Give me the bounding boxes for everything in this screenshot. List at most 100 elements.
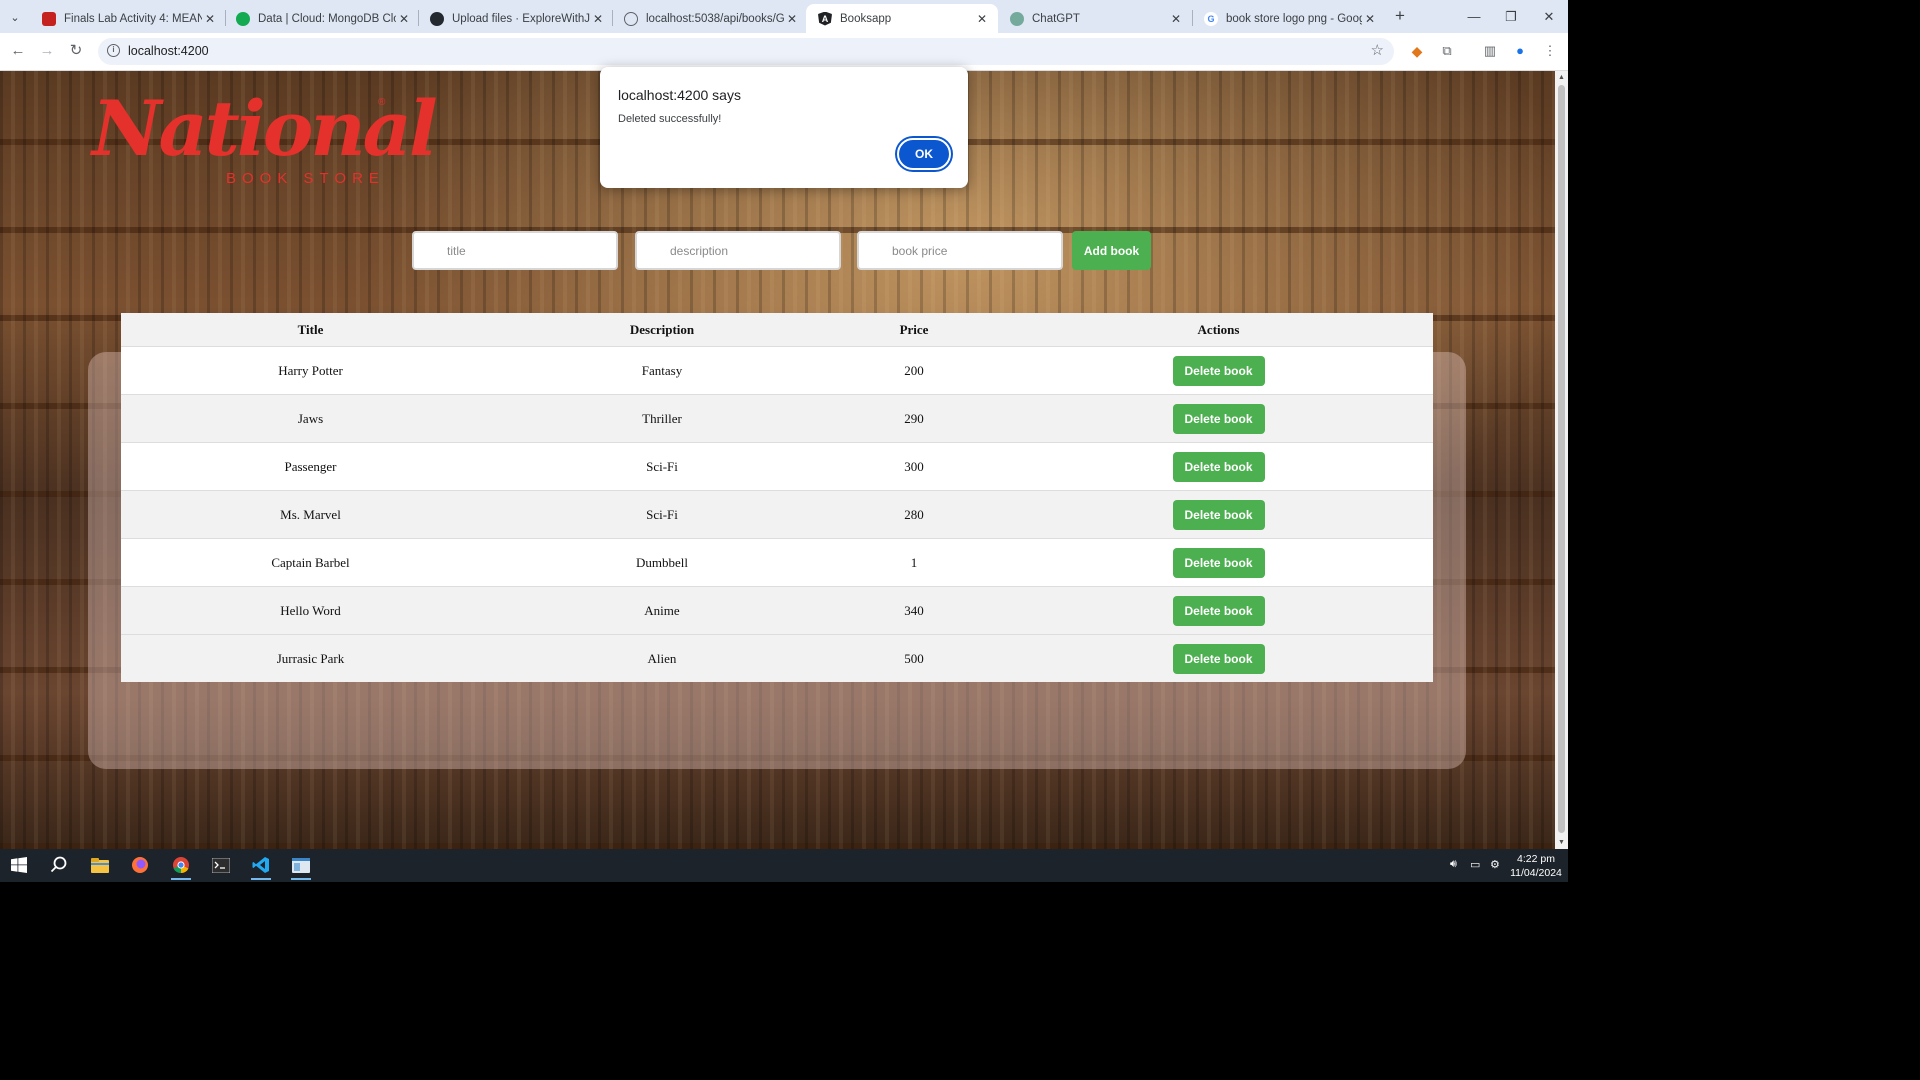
vscode-icon[interactable]	[249, 854, 273, 880]
cell-description: Sci-Fi	[500, 490, 824, 539]
delete-book-button[interactable]: Delete book	[1172, 451, 1265, 482]
metamask-extension-icon[interactable]: ◆	[1407, 41, 1427, 61]
notification-settings-icon[interactable]: ⚙︎	[1490, 858, 1500, 871]
cell-description: Thriller	[500, 394, 824, 443]
cell-description: Dumbbell	[500, 538, 824, 587]
forward-icon[interactable]: →	[37, 41, 57, 61]
table-row: Hello Word Anime 340 Delete book	[121, 586, 1433, 635]
cell-price: 1	[824, 538, 1004, 587]
extensions-puzzle-icon[interactable]: ⧉	[1437, 41, 1457, 61]
site-info-icon[interactable]: i	[107, 44, 120, 57]
tab-google-search[interactable]: G book store logo png - Google ✕	[1192, 4, 1386, 33]
title-input[interactable]	[412, 231, 618, 270]
url-text[interactable]: localhost:4200	[128, 44, 209, 58]
cell-description: Alien	[500, 634, 824, 682]
network-icon[interactable]: ▭	[1470, 858, 1480, 871]
tab-title: Data | Cloud: MongoDB Cloud	[258, 12, 396, 25]
cell-description: Sci-Fi	[500, 442, 824, 491]
delete-book-button[interactable]: Delete book	[1172, 547, 1265, 578]
tab-title: localhost:5038/api/books/GetB	[646, 12, 784, 25]
tab-strip: ⌄ Finals Lab Activity 4: MEAN Sta ✕ Data…	[0, 0, 1568, 33]
cell-price: 340	[824, 586, 1004, 635]
page-scrollbar[interactable]: ▲ ▼	[1555, 71, 1568, 849]
windows-taskbar: 🔊︎ ▭ ⚙︎ 4:22 pm 11/04/2024	[0, 849, 1568, 882]
system-clock[interactable]: 4:22 pm 11/04/2024	[1506, 852, 1566, 880]
firefox-icon[interactable]	[128, 854, 152, 876]
windows-start-icon[interactable]	[7, 854, 31, 876]
reload-icon[interactable]: ↻	[66, 41, 86, 61]
terminal-icon[interactable]	[209, 854, 233, 876]
scroll-up-icon[interactable]: ▲	[1557, 74, 1566, 81]
cell-title: Hello Word	[121, 586, 500, 635]
menu-kebab-icon[interactable]: ⋮	[1540, 41, 1560, 61]
delete-book-button[interactable]: Delete book	[1172, 595, 1265, 626]
side-panel-icon[interactable]: ▥	[1480, 41, 1500, 61]
google-icon: G	[1204, 11, 1218, 26]
address-bar[interactable]: i localhost:4200 ☆	[98, 38, 1394, 65]
delete-book-button[interactable]: Delete book	[1172, 355, 1265, 386]
mongodb-leaf-icon	[236, 11, 250, 26]
cell-actions: Delete book	[1004, 394, 1433, 443]
close-tab-icon[interactable]: ✕	[974, 12, 990, 26]
table-row: Jurrasic Park Alien 500 Delete book	[121, 634, 1433, 682]
tab-finals-lab[interactable]: Finals Lab Activity 4: MEAN Sta ✕	[30, 4, 226, 33]
tab-title: ChatGPT	[1032, 12, 1080, 25]
description-input[interactable]	[635, 231, 841, 270]
cell-title: Jurrasic Park	[121, 634, 500, 682]
tab-booksapp[interactable]: A Booksapp ✕	[806, 4, 998, 33]
cell-title: Harry Potter	[121, 346, 500, 395]
chrome-icon[interactable]	[169, 854, 193, 880]
tab-github[interactable]: Upload files · ExploreWithJaz/2 ✕	[418, 4, 614, 33]
clock-time: 4:22 pm	[1517, 853, 1555, 865]
github-icon	[430, 11, 444, 26]
bookmark-star-icon[interactable]: ☆	[1371, 41, 1384, 59]
app-window-icon[interactable]	[289, 854, 313, 880]
tab-mongodb[interactable]: Data | Cloud: MongoDB Cloud ✕	[224, 4, 420, 33]
delete-book-button[interactable]: Delete book	[1172, 499, 1265, 530]
header-description: Description	[500, 313, 824, 347]
angular-icon: A	[818, 11, 832, 26]
delete-book-button[interactable]: Delete book	[1172, 403, 1265, 434]
tab-title: book store logo png - Google	[1226, 12, 1362, 25]
close-tab-icon[interactable]: ✕	[202, 12, 218, 26]
new-tab-icon[interactable]: +	[1390, 6, 1410, 26]
cell-price: 500	[824, 634, 1004, 682]
add-book-button[interactable]: Add book	[1072, 231, 1151, 270]
cell-description: Fantasy	[500, 346, 824, 395]
cell-price: 280	[824, 490, 1004, 539]
close-tab-icon[interactable]: ✕	[1168, 12, 1184, 26]
pdf-icon	[42, 11, 56, 26]
scrollbar-thumb[interactable]	[1558, 85, 1565, 833]
dialog-title: localhost:4200 says	[618, 87, 741, 103]
profile-avatar-icon[interactable]: ●	[1510, 41, 1530, 61]
cell-actions: Delete book	[1004, 586, 1433, 635]
back-icon[interactable]: ←	[8, 41, 28, 61]
registered-mark: ®	[378, 97, 386, 108]
cell-price: 290	[824, 394, 1004, 443]
dialog-message: Deleted successfully!	[618, 113, 722, 125]
table-row: Jaws Thriller 290 Delete book	[121, 394, 1433, 443]
close-tab-icon[interactable]: ✕	[784, 12, 800, 26]
close-tab-icon[interactable]: ✕	[396, 12, 412, 26]
tab-api-books[interactable]: localhost:5038/api/books/GetB ✕	[612, 4, 808, 33]
cell-title: Ms. Marvel	[121, 490, 500, 539]
table-row: Harry Potter Fantasy 200 Delete book	[121, 346, 1433, 395]
search-icon[interactable]	[47, 854, 71, 876]
minimize-icon[interactable]: —	[1455, 0, 1493, 33]
close-tab-icon[interactable]: ✕	[590, 12, 606, 26]
close-tab-icon[interactable]: ✕	[1362, 12, 1378, 26]
restore-icon[interactable]: ❐	[1492, 0, 1530, 33]
delete-book-button[interactable]: Delete book	[1172, 643, 1265, 674]
cell-actions: Delete book	[1004, 490, 1433, 539]
tab-chatgpt[interactable]: ChatGPT ✕	[998, 4, 1192, 33]
cell-actions: Delete book	[1004, 442, 1433, 491]
volume-icon[interactable]: 🔊︎	[1450, 858, 1457, 871]
ok-button[interactable]: OK	[897, 138, 951, 170]
chatgpt-icon	[1010, 11, 1024, 26]
scroll-down-icon[interactable]: ▼	[1557, 839, 1566, 846]
file-explorer-icon[interactable]	[88, 854, 112, 876]
cell-price: 200	[824, 346, 1004, 395]
close-window-icon[interactable]: ✕	[1530, 0, 1568, 33]
tab-search-icon[interactable]: ⌄	[4, 6, 26, 28]
book-price-input[interactable]	[857, 231, 1063, 270]
